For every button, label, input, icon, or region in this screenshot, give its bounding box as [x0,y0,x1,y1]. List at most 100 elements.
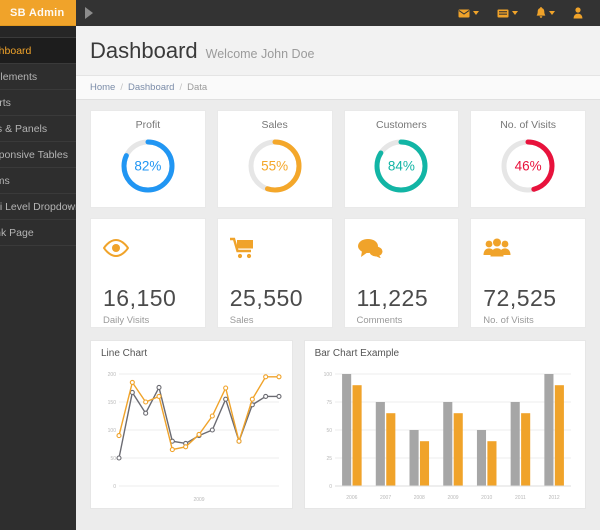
donut-card-profit: Profit 82% [90,110,206,208]
chevron-down-icon [512,11,518,15]
stat-value: 25,550 [229,285,304,311]
brand-label: SB Admin [10,6,65,19]
sidebar-item-multi-level-dropdown[interactable]: Multi Level Dropdown‹ [0,194,76,220]
stat-value: 16,150 [103,285,177,311]
sidebar-search-input[interactable] [0,26,76,38]
svg-text:25: 25 [326,456,332,462]
svg-text:150: 150 [108,400,117,406]
sidebar-item-label: Blank Page [0,226,34,239]
donut-card-no-of-visits: No. of Visits 46% [470,110,586,208]
donut-value: 82% [134,158,162,174]
donut-title: Profit [135,119,161,131]
stat-label: Comments [356,315,403,326]
topbar-icon-group [449,0,600,26]
page-subtitle: Welcome John Doe [205,47,315,61]
stat-value: 72,525 [483,285,557,311]
topbar [76,0,600,26]
sidebar-toggle-icon[interactable] [76,0,102,26]
sidebar-nav: Dashboard UI Elements Charts Tabs & Panels R… [0,38,76,516]
comments-icon [357,233,447,263]
sidebar-item-forms[interactable]: Forms [0,168,76,194]
sidebar-item-label: Tabs & Panels [0,122,48,135]
svg-text:2009: 2009 [447,495,458,501]
messages-icon[interactable] [449,0,488,26]
bar-chart-panel: Bar Chart Example 0 25 50 75 100 2006 2007 2008… [303,340,586,509]
donut-title: No. of Visits [500,119,557,131]
bar-chart-body: 0 25 50 75 100 2006 2007 2008 2009 2010 2011 2012 [305,364,585,508]
user-icon[interactable] [564,0,592,26]
donut-value: 46% [514,158,542,174]
svg-text:0: 0 [329,484,332,490]
svg-text:100: 100 [108,428,117,434]
sidebar-item-label: Forms [0,174,10,187]
stat-label: No. of Visits [483,315,534,326]
stat-card-comments: 11,225 Comments [343,218,460,328]
stat-card-no-of-visits: 72,525 No. of Visits [470,218,586,328]
sidebar-item-responsive-tables[interactable]: Responsive Tables [0,142,76,168]
users-icon [483,233,573,263]
page-title: Dashboard [90,38,198,63]
svg-text:0: 0 [113,484,116,490]
donut-chart: 84% [370,135,432,197]
donut-value: 84% [387,158,415,174]
line-chart-panel: Line Chart 0 50 100 150 200 2009 [90,340,293,509]
donut-chart: 82% [117,135,179,197]
breadcrumb-item-data: Data [187,82,208,93]
svg-text:2007: 2007 [380,495,391,501]
donut-chart: 55% [244,135,306,197]
svg-text:2012: 2012 [548,495,559,501]
eye-icon [103,233,193,263]
sidebar-item-label: UI Elements [0,70,38,83]
svg-text:200: 200 [108,372,117,378]
sidebar-filler [0,246,76,516]
sidebar-item-label: Dashboard [0,44,32,57]
svg-text:2011: 2011 [515,495,526,501]
chevron-down-icon [549,11,555,15]
chart-panel-row: Line Chart 0 50 100 150 200 2009 Bar Chart Ex… [76,328,600,509]
svg-text:100: 100 [323,372,332,378]
svg-text:2006: 2006 [346,495,357,501]
tasks-icon[interactable] [488,0,527,26]
main-content: Dashboard Welcome John Doe Home / Dashboar… [76,26,600,530]
donut-title: Customers [375,119,427,131]
breadcrumb: Home / Dashboard / Data [76,75,600,100]
line-chart-body: 0 50 100 150 200 2009 [91,364,292,508]
stat-card-row: 16,150 Daily Visits 25,550 Sales 11,225 Comme… [76,208,600,328]
stat-label: Daily Visits [103,315,150,326]
svg-text:2008: 2008 [413,495,424,501]
breadcrumb-separator: / [120,82,123,93]
donut-value: 55% [261,158,289,174]
alerts-icon[interactable] [527,0,564,26]
page-header: Dashboard Welcome John Doe [76,26,600,75]
bar-chart-title: Bar Chart Example [314,348,400,359]
svg-text:50: 50 [110,456,116,462]
sidebar-item-dashboard[interactable]: Dashboard [0,38,76,64]
admin-dashboard: SB Admin Dashboard UI Elements Charts Tabs … [0,0,600,530]
stat-value: 11,225 [356,285,429,311]
brand-logo[interactable]: SB Admin [0,0,76,26]
sidebar-item-label: Multi Level Dropdown [0,200,76,213]
stat-label: Sales [229,315,254,326]
line-chart-title: Line Chart [101,348,148,359]
sidebar-item-charts[interactable]: Charts [0,90,76,116]
breadcrumb-item-home[interactable]: Home [90,82,115,93]
sidebar-item-label: Responsive Tables [0,148,68,161]
sidebar-item-tabs-panels[interactable]: Tabs & Panels [0,116,76,142]
sidebar-item-blank-page[interactable]: Blank Page [0,220,76,246]
svg-text:2009: 2009 [193,497,204,503]
breadcrumb-item-dashboard[interactable]: Dashboard [128,82,174,93]
cart-icon [229,233,320,263]
stat-card-daily-visits: 16,150 Daily Visits [90,218,206,328]
donut-card-sales: Sales 55% [216,110,333,208]
stat-card-sales: 25,550 Sales [216,218,333,328]
sidebar: SB Admin Dashboard UI Elements Charts Tabs … [0,0,76,530]
breadcrumb-separator: / [179,82,183,93]
svg-text:75: 75 [326,400,332,406]
sidebar-item-ui-elements[interactable]: UI Elements [0,64,76,90]
chevron-down-icon [473,11,479,15]
svg-text:2010: 2010 [481,495,492,501]
sidebar-item-label: Charts [0,96,11,109]
svg-text:50: 50 [326,428,332,434]
donut-card-customers: Customers 84% [343,110,460,208]
donut-card-row: Profit 82% Sales 55% Customers 84% No. of Visi… [76,100,600,208]
